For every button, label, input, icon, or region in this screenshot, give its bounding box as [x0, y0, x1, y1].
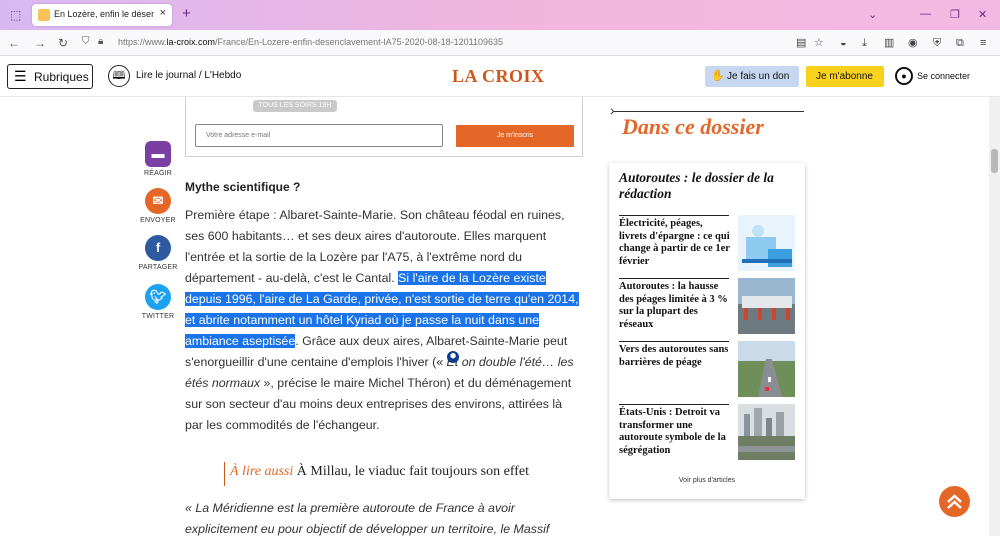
journal-link[interactable]: Lire le journal / L'Hebdo [136, 70, 241, 81]
rubriques-button[interactable]: ☰ Rubriques [7, 64, 93, 89]
share-facebook-label: PARTAGER [138, 264, 178, 271]
article-paragraph: Première étape : Albaret-Sainte-Marie. S… [185, 205, 583, 436]
menu-icon[interactable]: ≡ [980, 36, 986, 50]
extensions-puzzle-icon[interactable]: ⧉ [956, 36, 964, 50]
dossier-item-thumbnail [738, 278, 795, 334]
scrollbar-thumb[interactable] [991, 149, 998, 173]
newsletter-email-input[interactable]: Votre adresse e-mail [195, 124, 443, 147]
chevron-up-icon [947, 494, 962, 509]
dossier-card: Autoroutes : le dossier de la rédaction … [609, 163, 805, 499]
dossier-item-title: Vers des autoroutes sans barrières de pé… [619, 344, 729, 368]
newsletter-badge: TOUS LES SOIRS 19H [253, 100, 337, 112]
dossier-title: Dans ce dossier [622, 114, 764, 139]
dossier-item-title: États-Unis : Detroit va transformer une … [619, 407, 726, 456]
share-react-label: RÉAGIR [143, 170, 173, 177]
article-quote: « La Méridienne est la première autorout… [185, 501, 550, 536]
share-twitter[interactable]: 🐦︎ TWITTER [132, 284, 184, 320]
minimize-icon[interactable]: — [920, 8, 931, 20]
site-header: ☰ Rubriques 🕮 Lire le journal / L'Hebdo … [0, 57, 1000, 97]
facebook-icon: f [145, 235, 171, 261]
library-icon[interactable]: ▥ [884, 36, 894, 50]
reader-view-icon[interactable]: ▤ [796, 36, 806, 50]
item-divider [619, 215, 729, 216]
tab-title: En Lozère, enfin le désenclavement [54, 9, 154, 19]
dossier-item-title: Électricité, péages, livrets d'épargne :… [619, 218, 730, 267]
comment-icon: ▬ [145, 141, 171, 167]
tab-list-icon[interactable]: ⬚ [10, 8, 24, 22]
envelope-icon: ✉ [145, 188, 171, 214]
item-divider [619, 404, 729, 405]
la-croix-logo[interactable]: LA CROIX [452, 66, 545, 87]
pocket-icon[interactable]: ◒ [840, 36, 847, 50]
donate-button[interactable]: ✋ Je fais un don [705, 66, 799, 87]
dossier-item-thumbnail [738, 215, 795, 271]
bookmark-star-icon[interactable]: ☆ [814, 36, 824, 50]
tab-overflow-chevron-icon[interactable]: ⌄ [868, 8, 877, 21]
tracking-shield-icon[interactable]: ⛉ [82, 36, 90, 47]
url-text[interactable]: https://www.la-croix.com/France/En-Lozer… [118, 37, 503, 47]
twitter-icon: 🐦︎ [145, 284, 171, 310]
url-domain: la-croix.com [166, 37, 216, 47]
rubriques-label: Rubriques [34, 70, 89, 84]
url-path: /France/En-Lozere-enfin-desenclavement-l… [215, 37, 504, 47]
url-prefix: https://www. [118, 37, 167, 47]
address-bar[interactable]: ⛉ 🔒︎ https://www.la-croix.com/France/En-… [78, 33, 778, 53]
dossier-item[interactable]: Autoroutes : la hausse des péages limité… [619, 278, 799, 338]
dossier-divider [614, 111, 804, 112]
item-divider [619, 341, 729, 342]
email-placeholder: Votre adresse e-mail [206, 132, 271, 139]
newsletter-subscribe-label: Je m'inscris [496, 132, 534, 139]
dossier-item-thumbnail [738, 341, 795, 397]
more-articles-link[interactable]: Voir plus d'articles [609, 477, 805, 484]
scroll-to-top-button[interactable] [939, 486, 970, 517]
tab-close-icon[interactable]: × [160, 7, 166, 19]
browser-tab[interactable]: En Lozère, enfin le désenclavement × [32, 4, 172, 26]
back-icon[interactable]: ← [8, 36, 20, 50]
reload-icon[interactable]: ↻ [58, 36, 68, 50]
subscribe-label: Je m'abonne [816, 71, 873, 82]
item-divider [619, 278, 729, 279]
page-scrollbar[interactable] [989, 97, 1000, 536]
share-email-label: ENVOYER [140, 217, 176, 224]
share-facebook[interactable]: f PARTAGER [132, 235, 184, 271]
download-icon[interactable]: ⤓ [862, 36, 867, 50]
lire-aussi-title: À Millau, le viaduc fait toujours son ef… [293, 464, 530, 479]
close-window-icon[interactable]: ✕ [978, 8, 987, 21]
share-twitter-label: TWITTER [141, 313, 175, 320]
donate-label: Je fais un don [727, 71, 790, 82]
tab-favicon-icon [38, 9, 50, 21]
newsletter-box: TOUS LES SOIRS 19H Votre adresse e-mail … [185, 97, 583, 157]
dossier-item[interactable]: États-Unis : Detroit va transformer une … [619, 404, 799, 464]
share-email[interactable]: ✉ ENVOYER [132, 188, 184, 224]
restore-icon[interactable]: ❐ [950, 8, 960, 21]
dossier-item[interactable]: Vers des autoroutes sans barrières de pé… [619, 341, 799, 401]
dossier-item[interactable]: Électricité, péages, livrets d'épargne :… [619, 215, 799, 275]
ublock-icon[interactable]: ⛨ [933, 36, 941, 50]
section-heading: Mythe scientifique ? [185, 180, 301, 194]
hand-heart-icon: ✋ [711, 70, 725, 82]
extension-icon[interactable]: ◉ [908, 36, 918, 50]
browser-tab-bar: ⬚ En Lozère, enfin le désenclavement × +… [0, 0, 1000, 30]
dossier-item-title: Autoroutes : la hausse des péages limité… [619, 281, 728, 330]
share-react[interactable]: ▬ RÉAGIR [132, 141, 184, 177]
newsletter-subscribe-button[interactable]: Je m'inscris [456, 125, 574, 147]
lock-icon[interactable]: 🔒︎ [98, 36, 103, 47]
lire-aussi-link[interactable]: À lire aussi À Millau, le viaduc fait to… [224, 462, 584, 486]
new-tab-button[interactable]: + [182, 6, 191, 22]
book-icon[interactable]: 🕮 [108, 65, 130, 87]
lire-aussi-label: À lire aussi [230, 464, 294, 479]
user-icon[interactable]: ● [895, 67, 913, 85]
forward-icon[interactable]: → [34, 36, 46, 50]
login-link[interactable]: Se connecter [917, 71, 970, 81]
translate-icon[interactable]: ⬢ [447, 351, 459, 363]
dossier-item-thumbnail [738, 404, 795, 460]
chevron-right-icon: › [610, 102, 615, 118]
dossier-heading[interactable]: Autoroutes : le dossier de la rédaction [619, 170, 795, 202]
hamburger-icon: ☰ [14, 68, 27, 84]
subscribe-button[interactable]: Je m'abonne [806, 66, 884, 87]
browser-nav-bar: ← → ↻ ⛉ 🔒︎ https://www.la-croix.com/Fran… [0, 30, 1000, 56]
